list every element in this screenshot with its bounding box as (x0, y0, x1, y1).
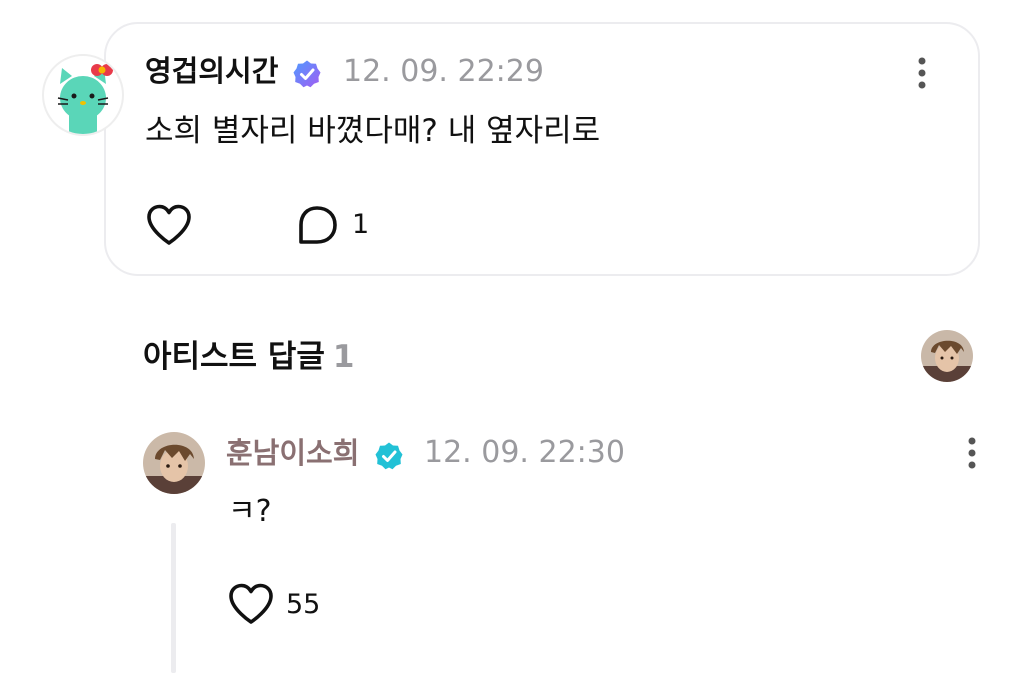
thread-line (171, 523, 176, 673)
reply-date: 12. 09. 22:30 (424, 435, 625, 470)
artist-reply-count: 1 (332, 339, 355, 375)
artist-avatar-image (143, 432, 205, 494)
verified-badge-icon (375, 442, 403, 470)
reply-more-icon[interactable] (967, 436, 977, 470)
fan-avatar[interactable] (42, 54, 124, 136)
reply-heart-icon[interactable] (227, 582, 275, 626)
artist-avatar[interactable] (143, 432, 205, 494)
artist-reply-section-title: 아티스트 답글 1 (143, 336, 355, 378)
post-more-icon[interactable] (917, 56, 927, 90)
post-author-name[interactable]: 영겁의시간 (145, 52, 278, 90)
post-heart-icon[interactable] (145, 203, 193, 247)
artist-reply-title-text: 아티스트 답글 (143, 339, 325, 375)
reply-text: ㅋ? (228, 494, 272, 529)
fan-avatar-image (57, 64, 113, 134)
reply-author-name[interactable]: 훈남이소희 (226, 434, 359, 472)
post-comment-count: 1 (352, 209, 370, 240)
verified-badge-icon (293, 60, 321, 88)
artist-thumbnail-image (921, 330, 973, 382)
post-text: 소희 별자리 바꼈다매? 내 옆자리로 (145, 113, 601, 149)
artist-thumbnail-avatar[interactable] (921, 330, 973, 382)
post-date: 12. 09. 22:29 (343, 54, 544, 89)
post-comment-icon[interactable] (296, 204, 340, 246)
reply-like-count: 55 (286, 589, 321, 620)
